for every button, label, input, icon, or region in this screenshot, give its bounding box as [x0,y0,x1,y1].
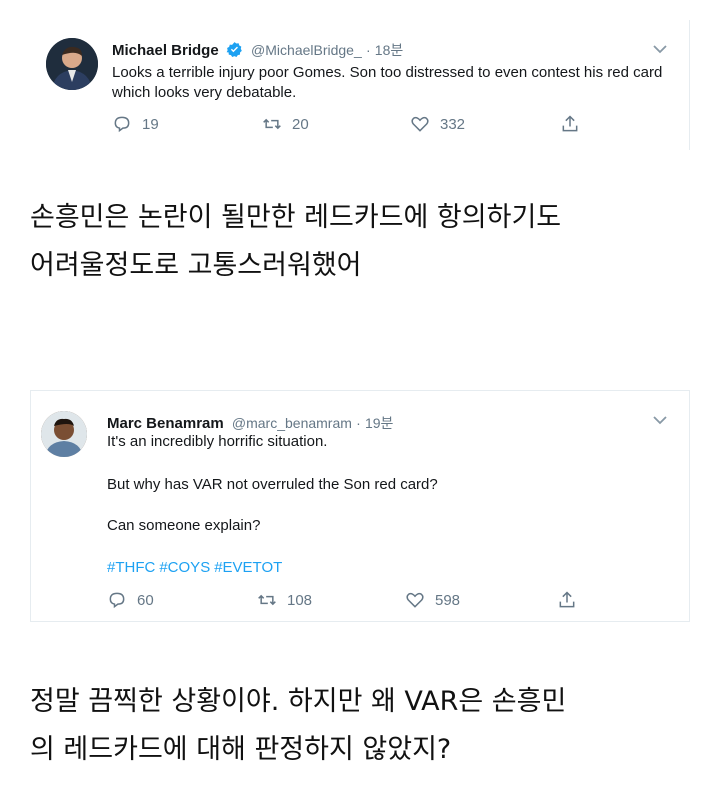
user-handle[interactable]: @marc_benamram [232,415,352,431]
tweet-card[interactable]: Michael Bridge @MichaelBridge_ · 18분 Loo… [30,20,690,150]
tweet-text: Looks a terrible injury poor Gomes. Son … [112,64,663,101]
display-name[interactable]: Marc Benamram [107,415,224,432]
verified-icon [226,41,243,58]
share-button[interactable] [560,114,580,134]
tweet-card[interactable]: Marc Benamram @marc_benamram · 19분 It's … [30,390,690,622]
user-handle[interactable]: @MichaelBridge_ [251,42,362,58]
reply-count: 19 [142,115,159,133]
caption-line: 손흥민은 논란이 될만한 레드카드에 항의하기도 [30,202,562,233]
separator: · [365,42,371,58]
like-icon [411,116,429,132]
action-bar: 60 108 598 [107,590,587,612]
separator: · [356,415,361,431]
retweet-count: 20 [292,115,309,133]
reply-icon [114,116,130,133]
hashtag-link[interactable]: #THFC [107,559,155,576]
retweet-button[interactable]: 108 [257,590,312,610]
retweet-icon [258,594,276,606]
avatar[interactable] [41,411,87,457]
timestamp[interactable]: 18분 [375,42,403,58]
share-icon [559,591,575,608]
tweet-text-line: It's an incredibly horrific situation. [107,433,328,450]
like-icon [406,592,424,608]
chevron-down-icon[interactable] [653,415,667,425]
caption-line: 의 레드카드에 대해 판정하지 않았지? [30,734,452,765]
like-button[interactable]: 332 [410,114,465,134]
tweet-header: Michael Bridge @MichaelBridge_ · 18분 [112,40,403,60]
display-name[interactable]: Michael Bridge [112,42,219,59]
avatar-image [41,411,87,457]
reply-button[interactable]: 19 [112,114,159,134]
like-count: 332 [440,115,466,133]
like-button[interactable]: 598 [405,590,460,610]
hashtag-line: #THFC #COYS #EVETOT [107,559,286,576]
share-button[interactable] [557,590,577,610]
reply-button[interactable]: 60 [107,590,154,610]
retweet-icon [263,118,281,130]
share-icon [562,115,578,132]
reply-icon [109,592,125,609]
avatar-image [46,38,98,90]
chevron-down-icon[interactable] [653,44,667,54]
hashtag-link[interactable]: #EVETOT [214,559,282,576]
retweet-button[interactable]: 20 [262,114,309,134]
hashtag-link[interactable]: #COYS [159,559,210,576]
retweet-count: 108 [287,591,313,609]
tweet-header: Marc Benamram @marc_benamram · 19분 [107,413,393,433]
timestamp[interactable]: 19분 [365,415,393,431]
action-bar: 19 20 332 [112,114,592,136]
like-count: 598 [435,591,461,609]
avatar[interactable] [46,38,98,90]
tweet-text-line: Can someone explain? [107,517,261,534]
caption-line: 정말 끔찍한 상황이야. 하지만 왜 VAR은 손흥민 [30,686,567,717]
caption-line: 어려울정도로 고통스러워했어 [30,250,362,281]
tweet-text-line: But why has VAR not overruled the Son re… [107,476,438,493]
reply-count: 60 [137,591,154,609]
